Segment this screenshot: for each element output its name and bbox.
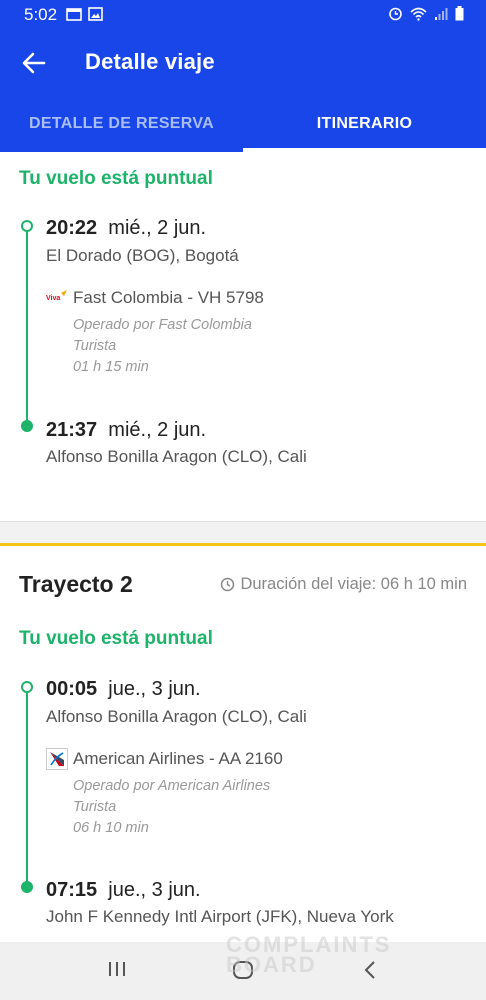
arrival-dot: [21, 420, 33, 432]
departure-datetime: 00:05 jue., 3 jun.: [46, 678, 201, 701]
airline-name: Fast Colombia - VH 5798: [73, 288, 264, 307]
active-tab-indicator: [243, 148, 486, 152]
arrival-time: 21:37: [46, 419, 98, 441]
arrival-datetime: 07:15 jue., 3 jun.: [46, 879, 201, 902]
departure-time: 20:22: [46, 217, 98, 239]
american-airlines-logo-icon: [46, 748, 68, 770]
departure-dot: [21, 681, 33, 693]
watermark-line-2: BOARD: [226, 952, 317, 977]
departure-date: mié., 2 jun.: [108, 217, 207, 239]
trip-duration-text: Duración del viaje: 06 h 10 min: [240, 575, 467, 593]
arrival-date: mié., 2 jun.: [108, 419, 207, 441]
tab-bar: DETALLE DE RESERVA ITINERARIO: [0, 96, 486, 152]
battery-icon: [455, 6, 464, 21]
status-bar: 5:02: [0, 0, 486, 30]
status-time: 5:02: [24, 5, 58, 24]
svg-text:Viva: Viva: [46, 295, 60, 302]
calendar-icon: [66, 8, 82, 21]
recent-apps-icon[interactable]: [107, 959, 127, 979]
departure-date: jue., 3 jun.: [108, 678, 201, 700]
alarm-icon: [389, 7, 402, 21]
watermark: COMPLAINTS BOARD: [226, 934, 391, 977]
segment-highlight-line: [0, 543, 486, 546]
cabin-class: Turista: [73, 338, 117, 354]
app-bar: Detalle viaje: [0, 30, 486, 96]
airline-name: American Airlines - AA 2160: [73, 749, 283, 768]
flight-duration: 06 h 10 min: [73, 820, 149, 836]
arrival-time: 07:15: [46, 879, 98, 901]
flight-duration: 01 h 15 min: [73, 359, 149, 375]
tab-detalle-reserva[interactable]: DETALLE DE RESERVA: [0, 96, 243, 152]
operated-by: Operado por Fast Colombia: [73, 317, 252, 333]
segment-separator: [0, 521, 486, 544]
arrival-place: John F Kennedy Intl Airport (JFK), Nueva…: [46, 907, 394, 926]
flight-status: Tu vuelo está puntual: [19, 628, 213, 649]
arrival-place: Alfonso Bonilla Aragon (CLO), Cali: [46, 447, 307, 466]
departure-datetime: 20:22 mié., 2 jun.: [46, 217, 206, 240]
back-arrow-icon[interactable]: [20, 50, 48, 76]
operated-by: Operado por American Airlines: [73, 778, 271, 794]
flight-status: Tu vuelo está puntual: [19, 168, 213, 189]
arrival-date: jue., 3 jun.: [108, 879, 201, 901]
departure-dot: [21, 220, 33, 232]
cabin-class: Turista: [73, 799, 117, 815]
image-icon: [88, 7, 103, 21]
departure-place: Alfonso Bonilla Aragon (CLO), Cali: [46, 707, 307, 726]
viva-air-logo-icon: Viva: [46, 290, 67, 302]
page-title: Detalle viaje: [85, 49, 215, 74]
timeline-line: [26, 228, 28, 424]
departure-place: El Dorado (BOG), Bogotá: [46, 246, 239, 265]
signal-icon: [435, 7, 448, 20]
departure-time: 00:05: [46, 678, 98, 700]
timeline-line: [26, 689, 28, 885]
airline-row: Viva Fast Colombia - VH 5798: [46, 287, 264, 309]
arrival-dot: [21, 881, 33, 893]
wifi-icon: [410, 7, 427, 21]
trip-duration: Duración del viaje: 06 h 10 min: [220, 575, 467, 594]
airline-row: American Airlines - AA 2160: [46, 748, 283, 770]
tab-itinerario[interactable]: ITINERARIO: [243, 96, 486, 152]
arrival-datetime: 21:37 mié., 2 jun.: [46, 419, 206, 442]
segment-title: Trayecto 2: [19, 571, 133, 597]
clock-icon: [221, 577, 235, 592]
